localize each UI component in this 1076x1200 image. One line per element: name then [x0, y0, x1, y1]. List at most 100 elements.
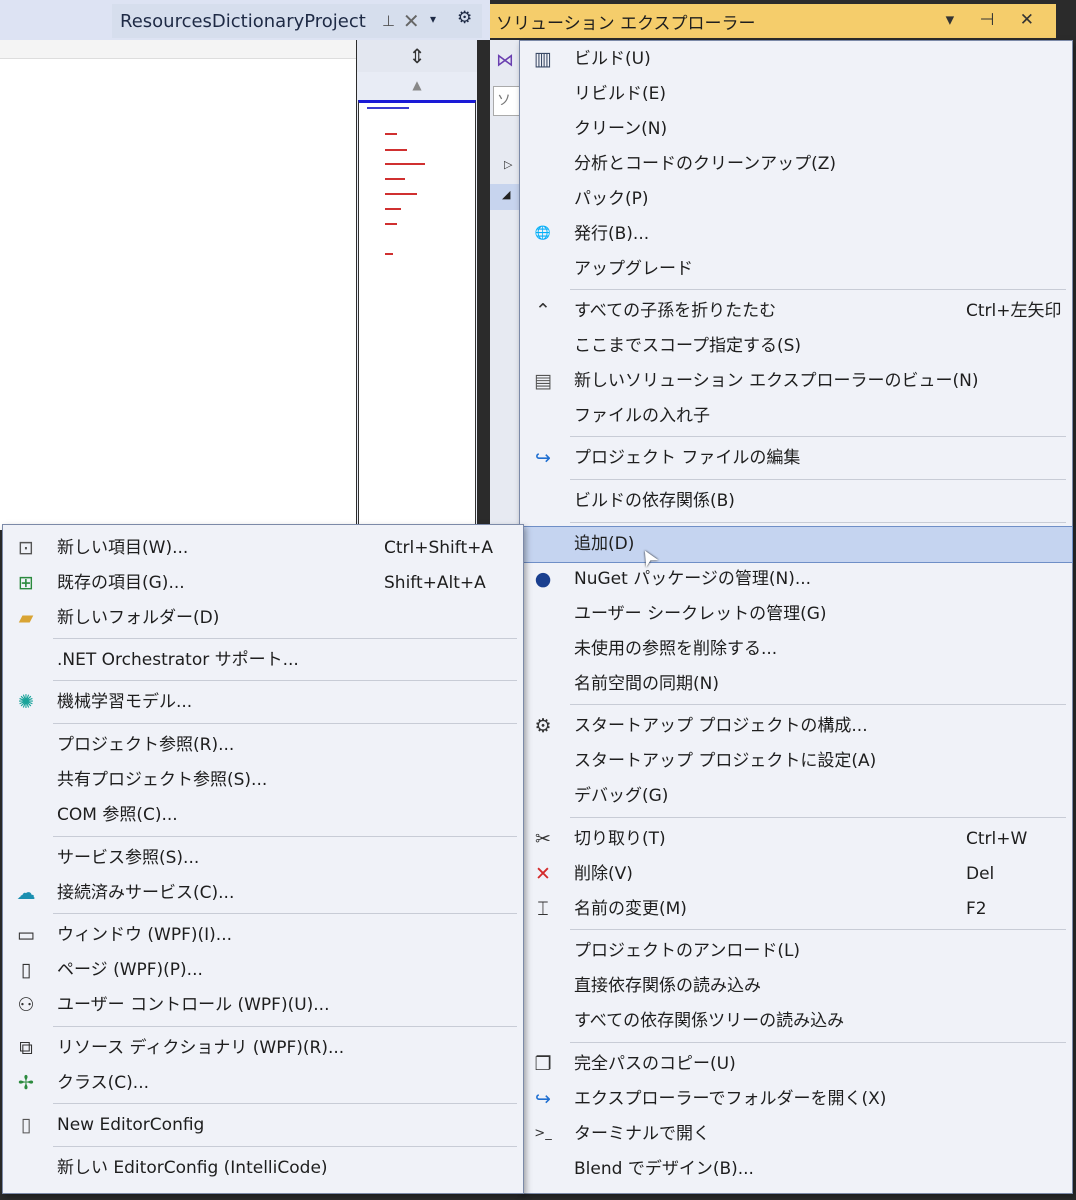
menu-separator: [570, 436, 1066, 437]
terminal-icon: >_: [534, 1126, 552, 1141]
add-submenu-item-label: サービス参照(S)...: [57, 848, 200, 868]
menu-separator: [570, 522, 1066, 523]
context-menu-item[interactable]: ✂ 切り取り(T) Ctrl+W: [520, 822, 1072, 857]
add-submenu-item[interactable]: ✢ クラス(C)...: [3, 1066, 523, 1101]
context-menu-item-label: 分析とコードのクリーンアップ(Z): [574, 154, 837, 174]
scroll-up-icon[interactable]: ▲: [357, 74, 477, 96]
gear-icon[interactable]: ⚙: [457, 8, 472, 28]
code-editor[interactable]: [0, 40, 356, 530]
add-submenu-item-label: ウィンドウ (WPF)(I)...: [57, 925, 232, 945]
add-submenu-item[interactable]: ▯ ページ (WPF)(P)...: [3, 953, 523, 988]
context-menu-item-label: 発行(B)...: [574, 224, 650, 244]
context-menu-item[interactable]: 追加(D) ➤: [519, 526, 1073, 572]
window-icon: ▭: [17, 924, 35, 946]
visual-studio-icon: ⋈: [496, 50, 514, 71]
add-submenu-item-label: 新しい EditorConfig (IntelliCode): [57, 1158, 328, 1178]
add-submenu-item[interactable]: ⧉ リソース ディクショナリ (WPF)(R)...: [3, 1031, 523, 1066]
add-submenu-item-shortcut: Ctrl+Shift+A: [384, 538, 494, 558]
solution-explorer-title-bar: ソリューション エクスプローラー ▾ ⊣ ✕: [490, 4, 1056, 38]
context-menu-item[interactable]: スタートアップ プロジェクトに設定(A): [520, 744, 1072, 779]
add-submenu-item-label: 新しいフォルダー(D): [57, 608, 220, 628]
add-submenu-item[interactable]: サービス参照(S)...: [3, 841, 523, 876]
add-submenu-item-label: クラス(C)...: [57, 1073, 150, 1093]
add-submenu-item-label: 共有プロジェクト参照(S)...: [57, 770, 268, 790]
context-menu-item[interactable]: すべての依存関係ツリーの読み込み: [520, 1004, 1072, 1039]
add-submenu-item[interactable]: .NET Orchestrator サポート...: [3, 643, 523, 678]
context-menu-item-label: 未使用の参照を削除する...: [574, 639, 778, 659]
context-menu-item-label: パック(P): [574, 189, 649, 209]
collapse-tree-icon[interactable]: ◢: [502, 188, 510, 201]
context-menu-item[interactable]: パック(P): [520, 182, 1072, 217]
add-submenu-item[interactable]: プロジェクト参照(R)...: [3, 728, 523, 763]
add-submenu-item-label: 新しい項目(W)...: [57, 538, 189, 558]
context-menu-item-label: スタートアップ プロジェクトの構成...: [574, 716, 868, 736]
context-menu-item[interactable]: 🌐 発行(B)...: [520, 217, 1072, 252]
add-submenu-item[interactable]: COM 参照(C)...: [3, 798, 523, 833]
context-menu-item[interactable]: ⌃ すべての子孫を折りたたむ Ctrl+左矢印: [520, 294, 1072, 329]
add-submenu-item[interactable]: ▭ ウィンドウ (WPF)(I)...: [3, 918, 523, 953]
context-menu-item[interactable]: 直接依存関係の読み込み: [520, 969, 1072, 1004]
context-menu-item[interactable]: Blend でデザイン(B)...: [520, 1152, 1072, 1187]
publish-globe-icon: 🌐: [534, 226, 552, 241]
context-menu-item[interactable]: アップグレード: [520, 252, 1072, 287]
collapse-icon: ⌃: [535, 300, 551, 322]
context-menu-item-label: ここまでスコープ指定する(S): [574, 336, 802, 356]
add-submenu-item[interactable]: ⊞ 既存の項目(G)... Shift+Alt+A: [3, 566, 523, 601]
context-menu-item[interactable]: ❐ 完全パスのコピー(U): [520, 1047, 1072, 1082]
expand-icon[interactable]: ▷: [504, 158, 512, 171]
add-submenu-item[interactable]: ▰ 新しいフォルダー(D): [3, 601, 523, 636]
ml-model-icon: ✺: [18, 691, 34, 713]
context-menu-item[interactable]: デバッグ(G): [520, 779, 1072, 814]
context-menu-item-shortcut: Ctrl+W: [966, 829, 1028, 849]
document-tab[interactable]: ResourcesDictionaryProject ⊥ ✕: [112, 4, 482, 38]
editor-minimap[interactable]: [358, 100, 476, 533]
add-submenu-item-label: 既存の項目(G)...: [57, 573, 185, 593]
context-menu-item-label: プロジェクトのアンロード(L): [574, 941, 801, 961]
context-menu-item[interactable]: プロジェクトのアンロード(L): [520, 934, 1072, 969]
context-menu-item[interactable]: 分析とコードのクリーンアップ(Z): [520, 147, 1072, 182]
context-menu-item[interactable]: 名前空間の同期(N): [520, 667, 1072, 702]
context-menu-item[interactable]: リビルド(E): [520, 77, 1072, 112]
tab-dropdown-icon[interactable]: ▾: [430, 12, 436, 26]
window-controls[interactable]: ▾ ⊣ ✕: [946, 10, 1044, 30]
solution-search-input[interactable]: ソ: [493, 86, 522, 116]
context-menu-item[interactable]: ユーザー シークレットの管理(G): [520, 597, 1072, 632]
menu-separator: [570, 1042, 1066, 1043]
context-menu-item[interactable]: ✕ 削除(V) Del: [520, 857, 1072, 892]
project-context-menu: ▥ ビルド(U) リビルド(E) クリーン(N) 分析とコードのクリーンアップ(Z) パッ…: [519, 40, 1073, 1194]
user-control-icon: ⚇: [17, 994, 35, 1016]
context-menu-item[interactable]: 未使用の参照を削除する...: [520, 632, 1072, 667]
context-menu-item[interactable]: ↪ エクスプローラーでフォルダーを開く(X): [520, 1082, 1072, 1117]
context-menu-item[interactable]: ここまでスコープ指定する(S): [520, 329, 1072, 364]
context-menu-item[interactable]: >_ ターミナルで開く: [520, 1117, 1072, 1152]
menu-separator: [53, 723, 517, 724]
add-submenu-item[interactable]: ▯ New EditorConfig: [3, 1108, 523, 1143]
menu-separator: [53, 638, 517, 639]
context-menu-item-label: リビルド(E): [574, 84, 667, 104]
context-menu-item-label: アップグレード: [574, 259, 693, 279]
context-menu-item-label: プロジェクト ファイルの編集: [574, 448, 801, 468]
add-submenu-item[interactable]: 共有プロジェクト参照(S)...: [3, 763, 523, 798]
context-menu-item[interactable]: ▤ 新しいソリューション エクスプローラーのビュー(N): [520, 364, 1072, 399]
context-menu-item[interactable]: ↪ プロジェクト ファイルの編集: [520, 441, 1072, 476]
context-menu-item[interactable]: ⚙ スタートアップ プロジェクトの構成...: [520, 709, 1072, 744]
context-menu-item[interactable]: ● NuGet パッケージの管理(N)...: [520, 562, 1072, 597]
context-menu-item[interactable]: ▥ ビルド(U): [520, 42, 1072, 77]
context-menu-item[interactable]: ファイルの入れ子: [520, 399, 1072, 434]
split-window-icon[interactable]: ⇕: [357, 40, 477, 72]
add-submenu-item[interactable]: 新しい EditorConfig (IntelliCode): [3, 1151, 523, 1186]
context-menu-item-label: クリーン(N): [574, 119, 668, 139]
context-menu-item[interactable]: ビルドの依存関係(B): [520, 484, 1072, 519]
add-submenu-item[interactable]: ✺ 機械学習モデル...: [3, 685, 523, 720]
context-menu-item[interactable]: クリーン(N): [520, 112, 1072, 147]
resource-dictionary-icon: ⧉: [19, 1037, 33, 1059]
rename-icon: ⌶: [537, 898, 549, 920]
close-icon[interactable]: ✕: [403, 9, 420, 33]
add-submenu-item[interactable]: ☁ 接続済みサービス(C)...: [3, 876, 523, 911]
add-submenu-item[interactable]: ⊡ 新しい項目(W)... Ctrl+Shift+A: [3, 531, 523, 566]
pin-icon[interactable]: ⊥: [382, 12, 395, 30]
add-submenu-item[interactable]: ⚇ ユーザー コントロール (WPF)(U)...: [3, 988, 523, 1023]
add-submenu-item-label: プロジェクト参照(R)...: [57, 735, 235, 755]
add-submenu-item-label: リソース ディクショナリ (WPF)(R)...: [57, 1038, 345, 1058]
context-menu-item[interactable]: ⌶ 名前の変更(M) F2: [520, 892, 1072, 927]
